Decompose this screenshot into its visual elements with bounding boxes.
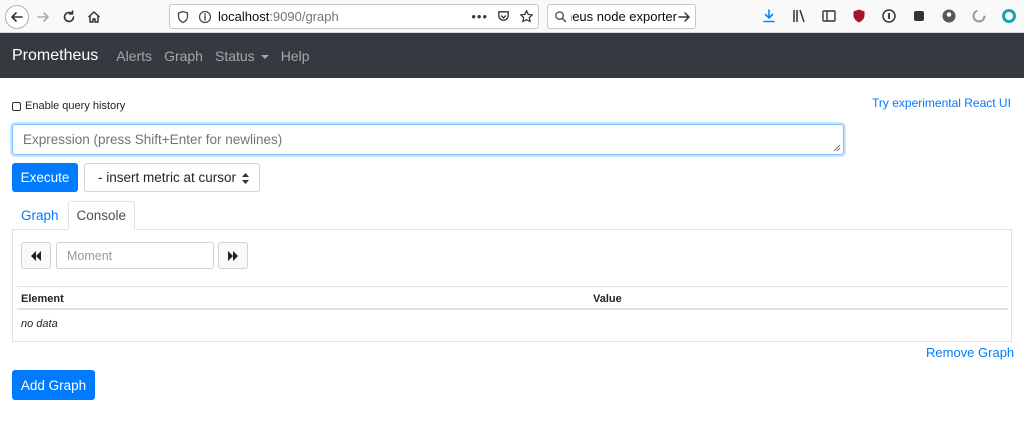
library-button[interactable] (790, 7, 808, 25)
downloads-button[interactable] (760, 7, 778, 25)
remove-graph-link[interactable]: Remove Graph (926, 345, 1014, 360)
sync-button[interactable] (970, 7, 988, 25)
back-arrow-icon (11, 12, 23, 22)
react-ui-link[interactable]: Try experimental React UI (872, 96, 1011, 110)
page-actions-button[interactable]: ••• (471, 9, 488, 24)
fast-forward-button[interactable] (218, 242, 248, 269)
empty-table-text: no data (21, 318, 58, 330)
info-icon[interactable] (198, 10, 212, 24)
table-header: Element Value (17, 286, 1008, 310)
ublock-button[interactable] (850, 7, 868, 25)
url-bar[interactable]: localhost:9090/graph ••• (169, 4, 539, 29)
forward-button[interactable] (31, 5, 55, 29)
shield-icon[interactable] (176, 10, 190, 24)
fast-forward-icon (228, 250, 238, 261)
moment-input[interactable]: Moment (56, 242, 214, 269)
add-graph-button[interactable]: Add Graph (12, 370, 95, 400)
account-button[interactable] (940, 7, 958, 25)
column-header-value: Value (593, 293, 622, 305)
resize-grip-icon[interactable] (833, 144, 841, 152)
app-navbar: Prometheus Alerts Graph Status Help (0, 33, 1024, 78)
extension-ring-button[interactable] (1000, 7, 1018, 25)
tab-console[interactable]: Console (67, 201, 136, 230)
nav-status-dropdown[interactable]: Status (215, 48, 269, 64)
search-text[interactable]: theus node exporter (571, 9, 677, 24)
nav-graph[interactable]: Graph (164, 48, 203, 64)
reload-button[interactable] (57, 5, 81, 29)
sync-icon (972, 9, 986, 23)
expression-input[interactable]: Expression (press Shift+Enter for newlin… (12, 124, 844, 155)
console-panel: Moment Element Value no data (12, 229, 1012, 342)
sidebar-icon (822, 10, 836, 22)
home-button[interactable] (82, 5, 106, 29)
tab-extension-button[interactable] (910, 7, 928, 25)
extension-button[interactable] (880, 7, 898, 25)
insert-metric-select[interactable]: - insert metric at cursor (84, 163, 260, 192)
search-icon (555, 11, 567, 23)
url-path: :9090/graph (269, 9, 339, 24)
library-icon (793, 9, 805, 23)
url-host: localhost (218, 9, 270, 24)
insert-metric-label: - insert metric at cursor (98, 170, 237, 185)
query-history-checkbox[interactable] (12, 101, 21, 111)
ublock-icon (853, 9, 865, 23)
sort-arrows-icon (242, 173, 249, 184)
reload-icon (63, 10, 75, 23)
account-icon (942, 9, 956, 23)
url-text[interactable]: localhost:9090/graph (218, 9, 339, 24)
forward-arrow-icon (37, 12, 49, 22)
tab-graph[interactable]: Graph (12, 201, 68, 230)
moment-controls: Moment (21, 242, 248, 269)
go-arrow-icon[interactable] (677, 10, 691, 24)
home-icon (87, 11, 101, 23)
back-button[interactable] (5, 5, 29, 29)
toolbar-icons (760, 7, 1024, 25)
query-history-label: Enable query history (25, 100, 126, 112)
bookmark-star-icon[interactable] (519, 9, 534, 24)
search-bar[interactable]: theus node exporter (547, 4, 696, 29)
fast-backward-icon (31, 250, 41, 261)
nav-help[interactable]: Help (281, 48, 310, 64)
sidebar-button[interactable] (820, 7, 838, 25)
browser-toolbar: localhost:9090/graph ••• theus node expo… (0, 0, 1024, 33)
brand-link[interactable]: Prometheus (12, 47, 98, 65)
pocket-icon[interactable] (496, 9, 511, 24)
expression-placeholder: Expression (press Shift+Enter for newlin… (23, 132, 283, 147)
column-header-element: Element (21, 293, 64, 305)
puzzle-icon (914, 11, 924, 21)
rewind-button[interactable] (21, 242, 51, 269)
download-icon (763, 9, 775, 23)
extension-circle-icon (882, 9, 896, 23)
tab-bar: Graph Console (12, 201, 136, 230)
query-history-toggle[interactable]: Enable query history (12, 100, 125, 112)
ring-icon (1002, 9, 1016, 23)
nav-alerts[interactable]: Alerts (116, 48, 152, 64)
execute-button[interactable]: Execute (12, 163, 78, 192)
